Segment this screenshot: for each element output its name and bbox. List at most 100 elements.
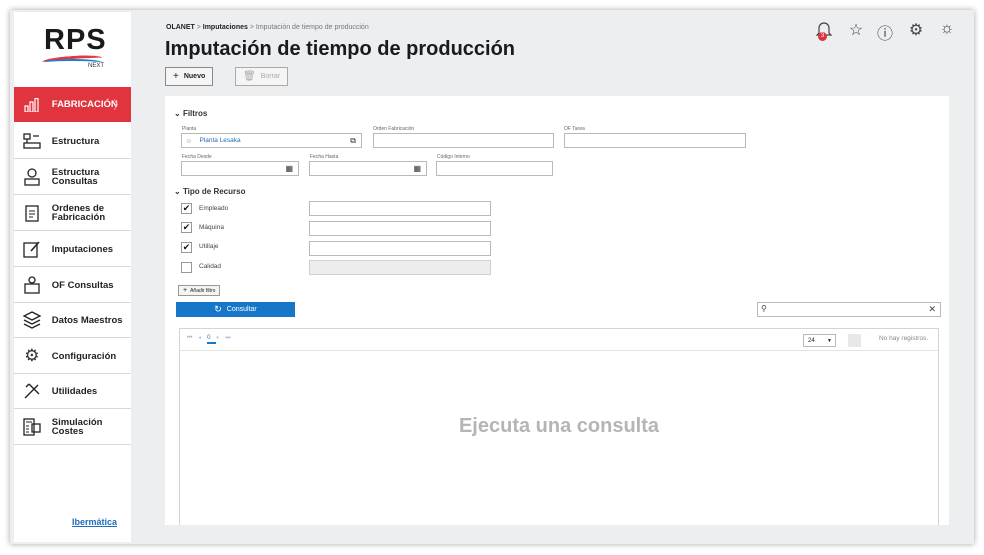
sidebar-item-datos-maestros[interactable]: Datos Maestros xyxy=(14,303,131,338)
layers-icon xyxy=(22,310,42,330)
sidebar-item-label: OF Consultas xyxy=(51,279,114,291)
empleado-label: Empleado xyxy=(199,205,229,212)
notification-badge: 3 xyxy=(818,32,827,41)
breadcrumb-root[interactable]: OLANET xyxy=(166,24,195,31)
breadcrumb-section[interactable]: Imputaciones xyxy=(203,24,248,31)
of-tarea-field[interactable] xyxy=(564,133,746,148)
tools-icon xyxy=(22,381,42,401)
of-tarea-label: OF Tarea xyxy=(564,126,585,132)
app-logo[interactable]: RPS NEXT xyxy=(14,12,131,82)
fecha-desde-field[interactable]: ▦ xyxy=(181,161,299,176)
clear-icon[interactable]: ✕ xyxy=(928,304,936,315)
next-page-icon[interactable]: ▸ xyxy=(216,335,225,341)
sidebar-item-ordenes-fabricacion[interactable]: Ordenes de Fabricación xyxy=(14,196,131,231)
gear-icon: ⚙ xyxy=(24,346,40,365)
maquina-field[interactable] xyxy=(309,221,491,236)
search-input[interactable]: ⚲ ✕ xyxy=(757,302,941,317)
utillaje-checkbox[interactable]: ✔ xyxy=(181,242,192,253)
grid-toolbar: ⏮◂0▸⏭ 24 ▼ No hay registros. xyxy=(180,329,938,351)
trash-icon: 🗑 xyxy=(243,71,256,82)
resource-title: Tipo de Recurso xyxy=(182,187,246,196)
sidebar-item-label: Configuración xyxy=(51,350,117,362)
calendar-icon[interactable]: ▦ xyxy=(285,164,293,173)
orden-label: Orden Fabricación xyxy=(373,126,415,132)
sidebar-item-estructura-consultas[interactable]: Estructura Consultas xyxy=(14,160,131,195)
delete-button[interactable]: 🗑 Borrar xyxy=(235,67,289,86)
sidebar: RPS NEXT FABRICACIÓN 〉 Estructura Estruc… xyxy=(14,12,131,542)
sidebar-item-utilidades[interactable]: Utilidades xyxy=(14,374,131,409)
sidebar-item-label: Utilidades xyxy=(51,385,98,397)
breadcrumb: OLANET > Imputaciones > Imputación de ti… xyxy=(166,24,369,31)
chevron-down-icon: ⌄ xyxy=(174,109,181,118)
new-button[interactable]: + Nuevo xyxy=(165,67,214,86)
settings-icon[interactable]: ⚙ xyxy=(906,20,926,40)
calendar-icon[interactable]: ▦ xyxy=(413,164,421,173)
sidebar-item-label: Estructura xyxy=(51,135,100,147)
planta-label: Planta xyxy=(182,126,197,132)
new-button-label: Nuevo xyxy=(183,73,206,80)
consultar-button[interactable]: ↻ Consultar xyxy=(176,302,295,317)
sidebar-item-label: Datos Maestros xyxy=(51,314,123,326)
breadcrumb-separator: > xyxy=(194,24,203,31)
breadcrumb-current: Imputación de tiempo de producción xyxy=(255,24,369,31)
app-window: RPS NEXT FABRICACIÓN 〉 Estructura Estruc… xyxy=(10,10,974,544)
sidebar-item-fabricacion[interactable]: FABRICACIÓN 〉 xyxy=(14,87,131,122)
brand-link[interactable]: Ibermática xyxy=(72,517,117,527)
add-filter-button[interactable]: + Añadir filtro xyxy=(178,285,221,296)
logo-text: RPS xyxy=(44,24,107,56)
sun-icon[interactable]: ☼ xyxy=(937,20,957,40)
codigo-field[interactable] xyxy=(436,161,553,176)
page-title: Imputación de tiempo de producción xyxy=(165,38,516,60)
no-link-icon: ⊘ xyxy=(186,137,192,145)
maquina-checkbox[interactable]: ✔ xyxy=(181,222,192,233)
sidebar-item-label: Imputaciones xyxy=(51,243,114,255)
chevron-right-icon: 〉 xyxy=(112,98,125,112)
calidad-field xyxy=(309,260,491,275)
plus-icon: + xyxy=(183,287,188,294)
planta-field[interactable]: ⊘ Planta Lesaka ⧉ xyxy=(181,133,362,148)
bar-chart-icon xyxy=(22,95,42,115)
plus-icon: + xyxy=(173,71,179,82)
logo-sub: NEXT xyxy=(88,63,105,69)
orden-field[interactable] xyxy=(373,133,554,148)
sidebar-item-estructura[interactable]: Estructura xyxy=(14,124,131,159)
chevron-down-icon: ▼ xyxy=(827,337,832,344)
sidebar-item-of-consultas[interactable]: OF Consultas xyxy=(14,268,131,303)
empleado-checkbox[interactable]: ✔ xyxy=(181,203,192,214)
edit-icon xyxy=(22,239,42,259)
fecha-hasta-field[interactable]: ▦ xyxy=(309,161,427,176)
sidebar-item-configuracion[interactable]: ⚙ Configuración xyxy=(14,339,131,374)
sidebar-item-simulacion-costes[interactable]: Simulación Costes xyxy=(14,410,131,445)
empleado-field[interactable] xyxy=(309,201,491,216)
delete-button-label: Borrar xyxy=(260,73,281,80)
info-icon[interactable]: ⓘ xyxy=(875,20,895,43)
main-panel: ⌄ Filtros Planta ⊘ Planta Lesaka ⧉ Orden… xyxy=(165,96,949,525)
external-link-icon[interactable]: ⧉ xyxy=(350,136,356,146)
filters-toggle[interactable]: ⌄ Filtros xyxy=(174,109,207,118)
results-grid: ⏮◂0▸⏭ 24 ▼ No hay registros. Ejecuta una… xyxy=(179,328,939,525)
page-size-select[interactable]: 24 ▼ xyxy=(803,334,836,347)
planta-value: Planta Lesaka xyxy=(199,137,241,144)
prev-page-icon[interactable]: ◂ xyxy=(198,335,207,341)
last-page-icon[interactable]: ⏭ xyxy=(225,335,236,341)
export-icon[interactable] xyxy=(848,334,861,347)
consultar-label: Consultar xyxy=(226,306,257,313)
chevron-down-icon: ⌄ xyxy=(174,187,181,196)
first-page-icon[interactable]: ⏮ xyxy=(187,335,198,341)
star-icon[interactable]: ☆ xyxy=(846,20,866,40)
calidad-label: Calidad xyxy=(199,263,222,270)
fecha-desde-label: Fecha Desde xyxy=(182,154,212,160)
sidebar-item-label: Simulación Costes xyxy=(51,417,103,437)
sidebar-item-label: Ordenes de Fabricación xyxy=(51,203,106,223)
sidebar-item-imputaciones[interactable]: Imputaciones xyxy=(14,232,131,267)
utillaje-field[interactable] xyxy=(309,241,491,256)
search-icon: ⚲ xyxy=(761,304,767,313)
calidad-checkbox[interactable] xyxy=(181,262,192,273)
refresh-icon: ↻ xyxy=(214,304,222,314)
utillaje-label: Utillaje xyxy=(199,243,219,250)
add-filter-label: Añadir filtro xyxy=(190,287,216,294)
resource-toggle[interactable]: ⌄ Tipo de Recurso xyxy=(174,187,245,196)
page-size-value: 24 xyxy=(808,337,815,344)
structure-icon xyxy=(22,131,42,151)
clipboard-icon xyxy=(22,203,42,223)
